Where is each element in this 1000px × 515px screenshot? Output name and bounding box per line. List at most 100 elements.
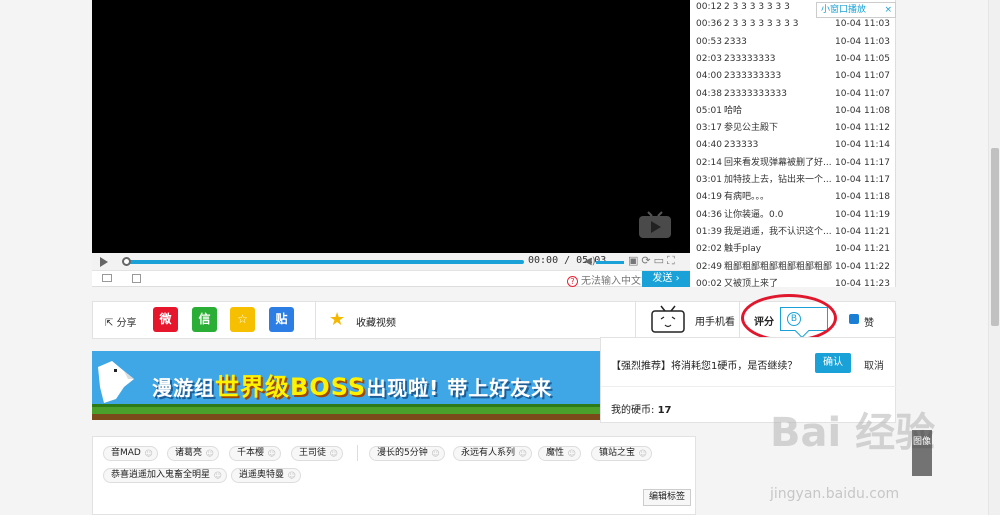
- thumbs-up-icon[interactable]: [849, 314, 859, 324]
- send-button[interactable]: 发送 ›: [642, 271, 690, 287]
- tag-item[interactable]: 永远有人系列: [453, 446, 533, 461]
- danmaku-date: 10-04 11:21: [835, 244, 890, 255]
- video-player[interactable]: [92, 0, 690, 253]
- tag-item[interactable]: 诸葛亮: [167, 446, 220, 461]
- danmaku-row[interactable]: 02:49 粗鄙粗鄙粗鄙粗鄙粗鄙粗鄙 10-04 11:22: [690, 258, 895, 276]
- edit-tags-button[interactable]: 编辑标签: [643, 489, 692, 506]
- danmaku-time: 01:39: [696, 226, 722, 237]
- danmaku-list: 00:122 3 3 3 3 3 3 310-04 11:0300:362 3 …: [690, 0, 896, 287]
- danmaku-row[interactable]: 00:02 又被顶上来了 10-04 11:23: [690, 275, 895, 287]
- danmaku-row[interactable]: 02:14 回来看发现弹幕被删了好... 10-04 11:17: [690, 154, 895, 172]
- danmaku-time: 02:49: [696, 261, 722, 272]
- tag-item[interactable]: 千本樱: [229, 446, 282, 461]
- tag-item[interactable]: 恭喜逍遥加入鬼畜全明星: [103, 468, 228, 483]
- danmaku-time: 03:17: [696, 123, 722, 134]
- scrollbar-thumb[interactable]: [991, 148, 999, 326]
- danmaku-content: 粗鄙粗鄙粗鄙粗鄙粗鄙粗鄙: [724, 261, 832, 272]
- danmaku-row[interactable]: 02:02 触手play 10-04 11:21: [690, 240, 895, 258]
- banner-text-part1: 漫游组: [152, 376, 215, 400]
- star-icon[interactable]: ★: [329, 309, 345, 330]
- danmaku-date: 10-04 11:08: [835, 105, 890, 116]
- share-label: ⇱ 分享: [105, 318, 137, 329]
- divider: [601, 386, 897, 387]
- danmaku-date: 10-04 11:23: [835, 278, 890, 287]
- danmaku-row[interactable]: 01:39 我是逍遥，我不认识这个... 10-04 11:21: [690, 223, 895, 241]
- volume-icon[interactable]: ◀): [584, 256, 596, 267]
- volume-slider[interactable]: [596, 261, 624, 264]
- popup-message: 【强烈推荐】将消耗您1硬币，是否继续？: [611, 361, 798, 372]
- page-scrollbar[interactable]: [988, 0, 1000, 515]
- danmaku-time: 02:03: [696, 53, 722, 64]
- qzone-share-button[interactable]: ☆: [230, 307, 255, 332]
- danmaku-row[interactable]: 04:00 2333333333 10-04 11:07: [690, 67, 895, 85]
- tieba-share-button[interactable]: 贴: [269, 307, 294, 332]
- cancel-button[interactable]: 取消: [864, 357, 884, 372]
- progress-knob[interactable]: [122, 257, 131, 266]
- mobile-view-button[interactable]: 用手机看: [695, 313, 735, 328]
- weibo-share-button[interactable]: 微: [153, 307, 178, 332]
- tag-item[interactable]: 逍遥奥特曼: [231, 468, 302, 483]
- input-help-link[interactable]: ? 无法输入中文?: [567, 272, 646, 287]
- danmaku-row[interactable]: 02:03 233333333 10-04 11:05: [690, 50, 895, 68]
- danmaku-row[interactable]: 04:19 有病吧。。。 10-04 11:18: [690, 188, 895, 206]
- banner-text-part2: 出现啦! 带上好友来: [366, 376, 553, 400]
- banner-text-highlight: 世界级BOSS: [215, 373, 367, 401]
- danmaku-date: 10-04 11:17: [835, 175, 890, 185]
- like-button[interactable]: 赞: [864, 314, 874, 329]
- close-icon[interactable]: ×: [884, 3, 892, 17]
- help-icon: ?: [567, 276, 578, 287]
- my-coins-label: 我的硬币:: [611, 405, 655, 416]
- share-text: 分享: [116, 318, 137, 329]
- tag-item[interactable]: 王司徒: [291, 446, 344, 461]
- danmaku-row[interactable]: 03:17 参见公主殿下 10-04 11:12: [690, 119, 895, 137]
- danmaku-content: 哈哈: [724, 105, 743, 116]
- mini-window-button[interactable]: 小窗口播放 ×: [816, 2, 896, 18]
- danmaku-time: 04:38: [696, 88, 722, 99]
- player-control-bar: 00:00 / 05:03 ◀) ▣⟳▭⛶: [92, 253, 690, 271]
- danmaku-content: 23333333333: [724, 88, 787, 99]
- watermark-text: Bai: [770, 410, 842, 456]
- favorite-button[interactable]: 收藏视频: [356, 314, 396, 329]
- danmaku-row[interactable]: 04:36 让你装逼。0.0 10-04 11:19: [690, 206, 895, 224]
- danmaku-time: 00:02: [696, 278, 722, 287]
- danmaku-date: 10-04 11:18: [835, 192, 890, 203]
- danmaku-date: 10-04 11:07: [835, 71, 890, 82]
- tag-item[interactable]: 漫长的5分钟: [369, 446, 445, 461]
- banner-headline: 漫游组世界级BOSS出现啦! 带上好友来: [152, 367, 552, 402]
- danmaku-style-icon[interactable]: [132, 274, 141, 283]
- danmaku-date: 10-04 11:19: [835, 209, 890, 220]
- tag-item[interactable]: 魔性: [538, 446, 582, 461]
- tag-item[interactable]: 镇站之宝: [591, 446, 653, 461]
- player-settings-icons[interactable]: ▣⟳▭⛶: [628, 254, 678, 268]
- danmaku-date: 10-04 11:12: [835, 123, 890, 134]
- danmaku-row[interactable]: 00:53 2333 10-04 11:03: [690, 33, 895, 51]
- danmaku-date: 10-04 11:22: [835, 261, 890, 272]
- tag-item[interactable]: 音MAD: [103, 446, 158, 461]
- divider: [315, 302, 316, 340]
- danmaku-row[interactable]: 04:38 23333333333 10-04 11:07: [690, 85, 895, 103]
- wechat-share-button[interactable]: 信: [192, 307, 217, 332]
- event-banner[interactable]: 漫游组世界级BOSS出现啦! 带上好友来: [92, 351, 600, 420]
- help-note-text: 无法输入中文?: [581, 276, 647, 287]
- danmaku-time: 04:40: [696, 140, 722, 151]
- tv-logo-icon: [639, 211, 671, 238]
- play-icon[interactable]: [100, 257, 108, 267]
- danmaku-toggle-icon[interactable]: [102, 274, 112, 282]
- danmaku-date: 10-04 11:17: [835, 157, 890, 168]
- danmaku-content: 我是逍遥，我不认识这个...: [724, 226, 832, 237]
- danmaku-row[interactable]: 04:40 233333 10-04 11:14: [690, 136, 895, 154]
- danmaku-row[interactable]: 05:01 哈哈 10-04 11:08: [690, 102, 895, 120]
- progress-track[interactable]: [124, 260, 524, 264]
- danmaku-content: 2333333333: [724, 71, 782, 82]
- danmaku-content: 又被顶上来了: [724, 278, 779, 287]
- tv-mascot-icon: [651, 305, 685, 333]
- danmaku-time: 04:36: [696, 209, 722, 220]
- divider: [357, 445, 358, 461]
- confirm-button[interactable]: 确认: [815, 353, 851, 373]
- danmaku-row[interactable]: 03:01 加特技上去，钻出来一个... 10-04 11:17: [690, 171, 895, 189]
- danmaku-time: 00:53: [696, 36, 722, 47]
- danmaku-date: 10-04 11:03: [835, 36, 890, 47]
- danmaku-date: 10-04 11:05: [835, 53, 890, 64]
- danmaku-time: 02:02: [696, 244, 722, 255]
- danmaku-date: 10-04 11:14: [835, 140, 890, 151]
